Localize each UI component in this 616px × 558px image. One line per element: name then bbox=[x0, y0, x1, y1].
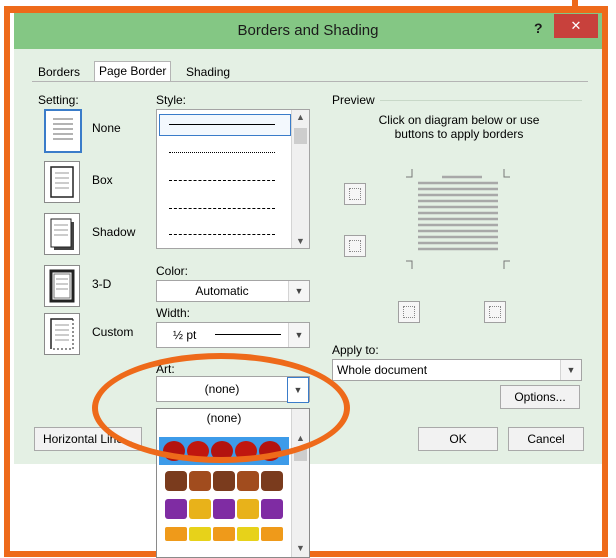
apply-to-select[interactable]: Whole document ▼ bbox=[332, 359, 582, 381]
setting-3d[interactable]: 3-D bbox=[44, 265, 154, 307]
chevron-down-icon[interactable]: ▼ bbox=[288, 281, 309, 301]
color-label: Color: bbox=[156, 264, 189, 278]
chevron-down-icon[interactable]: ▼ bbox=[560, 360, 581, 380]
setting-box[interactable]: Box bbox=[44, 161, 154, 203]
style-dash-dot[interactable] bbox=[169, 234, 275, 235]
scroll-down-icon[interactable]: ▼ bbox=[292, 543, 309, 553]
tab-shading[interactable]: Shading bbox=[182, 63, 234, 82]
setting-custom[interactable]: Custom bbox=[44, 313, 154, 355]
dialog-title: Borders and Shading bbox=[237, 22, 379, 39]
style-dashed[interactable] bbox=[169, 208, 275, 209]
color-select[interactable]: Automatic ▼ bbox=[156, 280, 310, 302]
annotation-frame-tab bbox=[572, 0, 578, 14]
scroll-thumb[interactable] bbox=[294, 128, 307, 144]
style-selected bbox=[159, 114, 291, 136]
art-option-candy-corn[interactable] bbox=[159, 523, 289, 551]
setting-none-label: None bbox=[92, 121, 121, 135]
close-button[interactable]: ✕ bbox=[554, 14, 598, 38]
art-option-party-hats[interactable] bbox=[159, 495, 289, 523]
style-listbox[interactable]: ▲ ▼ bbox=[156, 109, 310, 249]
left-border-icon[interactable] bbox=[398, 301, 420, 323]
apply-to-label: Apply to: bbox=[332, 343, 379, 357]
preview-label: Preview bbox=[332, 93, 375, 107]
chevron-down-icon[interactable]: ▼ bbox=[288, 323, 309, 347]
width-select[interactable]: ½ pt ▼ bbox=[156, 322, 310, 348]
ok-button[interactable]: OK bbox=[418, 427, 498, 451]
tab-panel-border bbox=[32, 81, 588, 82]
title-bar: Borders and Shading ? ✕ bbox=[14, 13, 602, 49]
preview-hint: Click on diagram below or use buttons to… bbox=[378, 113, 540, 141]
style-scrollbar[interactable]: ▲ ▼ bbox=[291, 110, 309, 248]
setting-label: Setting: bbox=[38, 93, 79, 107]
style-dotted[interactable] bbox=[169, 152, 275, 153]
shadow-icon bbox=[44, 213, 80, 255]
setting-shadow[interactable]: Shadow bbox=[44, 213, 154, 255]
style-solid[interactable] bbox=[169, 124, 275, 125]
preview-diagram[interactable] bbox=[398, 165, 518, 273]
help-button[interactable]: ? bbox=[534, 20, 543, 36]
setting-shadow-label: Shadow bbox=[92, 225, 136, 239]
style-dashed-fine[interactable] bbox=[169, 180, 275, 181]
setting-3d-label: 3-D bbox=[92, 277, 112, 291]
top-border-icon[interactable] bbox=[344, 183, 366, 205]
annotation-ellipse bbox=[92, 353, 350, 463]
custom-icon bbox=[44, 313, 80, 355]
setting-box-label: Box bbox=[92, 173, 113, 187]
width-value: ½ pt bbox=[173, 328, 197, 342]
style-label: Style: bbox=[156, 93, 187, 107]
color-value: Automatic bbox=[195, 284, 249, 298]
art-option-cakes[interactable] bbox=[159, 467, 289, 495]
tab-borders[interactable]: Borders bbox=[34, 63, 84, 82]
setting-custom-label: Custom bbox=[92, 325, 134, 339]
preview-divider bbox=[380, 100, 582, 101]
apply-to-value: Whole document bbox=[337, 363, 428, 377]
options-button[interactable]: Options... bbox=[500, 385, 580, 409]
scroll-down-icon[interactable]: ▼ bbox=[292, 236, 309, 246]
setting-none[interactable]: None bbox=[44, 109, 154, 153]
none-icon bbox=[44, 109, 82, 153]
bottom-border-icon[interactable] bbox=[344, 235, 366, 257]
box-icon bbox=[44, 161, 80, 203]
cancel-button[interactable]: Cancel bbox=[508, 427, 584, 451]
scroll-up-icon[interactable]: ▲ bbox=[292, 112, 309, 122]
width-label: Width: bbox=[156, 306, 191, 320]
tab-page-border[interactable]: Page Border bbox=[94, 61, 172, 82]
right-border-icon[interactable] bbox=[484, 301, 506, 323]
width-line-sample bbox=[215, 334, 281, 335]
3d-icon bbox=[44, 265, 80, 307]
